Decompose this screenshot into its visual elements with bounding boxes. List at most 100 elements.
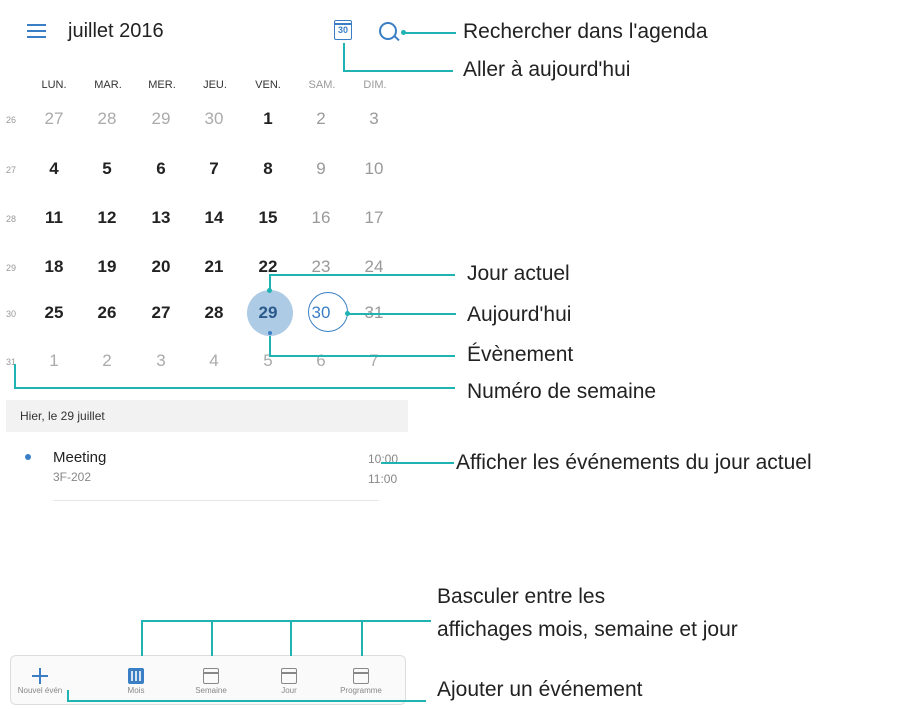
weekday-label: DIM. bbox=[363, 79, 387, 91]
annotation-search: Rechercher dans l'agenda bbox=[463, 20, 708, 43]
plus-icon bbox=[32, 668, 48, 684]
tab-label: Mois bbox=[127, 686, 145, 695]
day-cell[interactable]: 28 bbox=[85, 109, 129, 129]
tab-label: Nouvel évén bbox=[17, 686, 63, 695]
day-cell[interactable]: 16 bbox=[299, 208, 343, 228]
day-cell[interactable]: 5 bbox=[246, 351, 290, 371]
day-cell[interactable]: 19 bbox=[85, 257, 129, 277]
day-cell[interactable]: 3 bbox=[139, 351, 183, 371]
day-cell[interactable]: 17 bbox=[352, 208, 396, 228]
weekday-label: JEU. bbox=[203, 79, 227, 91]
day-cell[interactable]: 28 bbox=[192, 303, 236, 323]
day-cell[interactable]: 14 bbox=[192, 208, 236, 228]
annotation-today-button: Aller à aujourd'hui bbox=[463, 58, 631, 81]
day-cell[interactable]: 1 bbox=[32, 351, 76, 371]
weekday-label: MER. bbox=[148, 79, 176, 91]
event-dot bbox=[268, 331, 272, 335]
day-cell[interactable]: 2 bbox=[85, 351, 129, 371]
day-cell[interactable]: 9 bbox=[299, 159, 343, 179]
day-cell[interactable]: 25 bbox=[32, 303, 76, 323]
annotation-switch-views-1: Basculer entre les bbox=[437, 585, 606, 608]
day-cell[interactable]: 30 bbox=[192, 109, 236, 129]
weekday-label: MAR. bbox=[94, 79, 122, 91]
day-cell[interactable]: 4 bbox=[192, 351, 236, 371]
today-calendar-icon[interactable]: 30 bbox=[334, 20, 352, 40]
day-cell[interactable]: 4 bbox=[32, 159, 76, 179]
callout-line bbox=[269, 336, 271, 356]
event-title: Meeting bbox=[53, 449, 107, 466]
day-cell[interactable]: 26 bbox=[85, 303, 129, 323]
annotation-show-events: Afficher les événements du jour actuel bbox=[456, 451, 812, 474]
week-icon bbox=[203, 668, 219, 684]
callout-line bbox=[348, 313, 456, 315]
annotation-week-number: Numéro de semaine bbox=[467, 380, 657, 403]
day-cell[interactable]: 12 bbox=[85, 208, 129, 228]
day-cell[interactable]: 7 bbox=[192, 159, 236, 179]
event-location: 3F-202 bbox=[53, 470, 92, 484]
day-icon bbox=[281, 668, 297, 684]
bottom-tab-bar: Nouvel évén Mois Semaine Jour Programme bbox=[10, 655, 406, 705]
callout-line bbox=[404, 32, 456, 34]
weekday-label: LUN. bbox=[41, 79, 67, 91]
weekday-label: SAM. bbox=[308, 79, 336, 91]
callout-line bbox=[381, 462, 454, 464]
day-cell[interactable]: 1 bbox=[246, 109, 290, 129]
callout-line bbox=[14, 364, 16, 388]
annotation-event: Évènement bbox=[467, 343, 574, 366]
tab-label: Semaine bbox=[195, 686, 227, 695]
today-icon-number: 30 bbox=[337, 25, 348, 35]
day-cell[interactable]: 21 bbox=[192, 257, 236, 277]
tab-day[interactable]: Jour bbox=[254, 668, 324, 695]
menu-icon[interactable] bbox=[27, 22, 47, 42]
tab-new-event[interactable]: Nouvel évén bbox=[5, 668, 75, 695]
day-cell[interactable]: 15 bbox=[246, 208, 290, 228]
callout-line bbox=[343, 43, 345, 71]
day-cell[interactable]: 20 bbox=[139, 257, 183, 277]
agenda-date-header: Hier, le 29 juillet bbox=[6, 400, 408, 432]
callout-line bbox=[269, 355, 455, 357]
day-cell[interactable]: 6 bbox=[299, 351, 343, 371]
tab-agenda[interactable]: Programme bbox=[326, 668, 396, 695]
tab-label: Programme bbox=[340, 686, 382, 695]
tab-month[interactable]: Mois bbox=[101, 668, 171, 695]
day-cell[interactable]: 8 bbox=[246, 159, 290, 179]
annotation-today: Aujourd'hui bbox=[467, 303, 572, 326]
day-cell[interactable]: 7 bbox=[352, 351, 396, 371]
callout-line bbox=[141, 620, 143, 656]
day-cell[interactable]: 18 bbox=[32, 257, 76, 277]
callout-line bbox=[290, 620, 292, 656]
day-cell[interactable]: 3 bbox=[352, 109, 396, 129]
month-title: juillet 2016 bbox=[68, 20, 164, 42]
day-cell[interactable]: 10 bbox=[352, 159, 396, 179]
callout-line bbox=[141, 620, 431, 622]
search-icon[interactable] bbox=[379, 22, 397, 40]
callout-line bbox=[14, 387, 455, 389]
day-cell[interactable]: 30 bbox=[299, 303, 343, 323]
callout-line bbox=[343, 70, 453, 72]
day-cell[interactable]: 13 bbox=[139, 208, 183, 228]
month-grid-icon bbox=[128, 668, 144, 684]
day-cell[interactable]: 27 bbox=[139, 303, 183, 323]
week-number: 30 bbox=[6, 309, 17, 319]
callout-dot bbox=[401, 30, 406, 35]
tab-week[interactable]: Semaine bbox=[176, 668, 246, 695]
annotation-switch-views-2: affichages mois, semaine et jour bbox=[437, 618, 738, 641]
day-cell[interactable]: 29 bbox=[246, 303, 290, 323]
day-cell[interactable]: 5 bbox=[85, 159, 129, 179]
callout-line bbox=[211, 620, 213, 656]
weekday-label: VEN. bbox=[255, 79, 281, 91]
event-bullet bbox=[25, 454, 31, 460]
day-cell[interactable]: 2 bbox=[299, 109, 343, 129]
callout-line bbox=[67, 700, 426, 702]
day-cell[interactable]: 29 bbox=[139, 109, 183, 129]
day-cell[interactable]: 11 bbox=[32, 208, 76, 228]
annotation-current-day: Jour actuel bbox=[467, 262, 570, 285]
callout-line bbox=[269, 274, 455, 276]
week-number: 28 bbox=[6, 214, 17, 224]
annotation-add-event: Ajouter un événement bbox=[437, 678, 643, 701]
day-cell[interactable]: 27 bbox=[32, 109, 76, 129]
tab-label: Jour bbox=[281, 686, 297, 695]
day-cell[interactable]: 6 bbox=[139, 159, 183, 179]
week-number: 27 bbox=[6, 165, 17, 175]
agenda-icon bbox=[353, 668, 369, 684]
